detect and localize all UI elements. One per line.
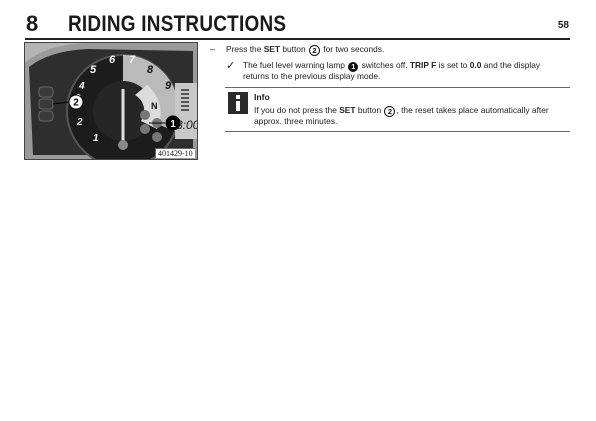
info-line-2: approx. three minutes. — [254, 116, 338, 126]
set-button-label: SET — [263, 44, 281, 54]
figure-label: 401429-10 — [155, 148, 195, 158]
svg-text:8: 8 — [147, 64, 154, 76]
step-instruction: Press the SET button 2 for two seconds. — [226, 44, 385, 56]
svg-text:1: 1 — [93, 133, 99, 144]
info-title: Info — [254, 92, 270, 102]
result-line-2: returns to the previous display mode. — [243, 71, 381, 81]
svg-text:2: 2 — [73, 98, 79, 109]
info-rule-bottom — [225, 131, 570, 132]
chapter-number: 8 — [26, 11, 39, 36]
left-button-bottom — [38, 110, 54, 122]
svg-text:7: 7 — [129, 54, 136, 66]
dashboard-figure: N 1 2 3 4 5 6 7 8 9 3:00 2 1 — [24, 42, 198, 160]
svg-text:5: 5 — [90, 64, 97, 76]
dashboard-illustration: N 1 2 3 4 5 6 7 8 9 3:00 2 1 — [25, 43, 197, 159]
info-icon — [228, 92, 248, 114]
svg-text:2: 2 — [76, 117, 83, 128]
set-button — [38, 98, 54, 110]
button-2-ref: 2 — [308, 45, 320, 56]
info-rule-top — [225, 87, 570, 88]
page-number: 58 — [557, 20, 569, 31]
left-button-top — [38, 86, 54, 98]
tachometer-needle — [121, 89, 125, 145]
svg-text:1: 1 — [170, 119, 176, 130]
svg-text:9: 9 — [165, 80, 172, 92]
chapter-title: RIDING INSTRUCTIONS — [68, 11, 287, 36]
svg-text:6: 6 — [109, 54, 116, 66]
neutral-indicator: N — [151, 101, 158, 111]
header-rule — [25, 38, 570, 40]
svg-text:4: 4 — [78, 81, 85, 92]
result-check-icon: ✓ — [226, 60, 236, 72]
step-bullet: – — [210, 44, 216, 54]
info-button-2-ref: 2 — [384, 106, 396, 117]
